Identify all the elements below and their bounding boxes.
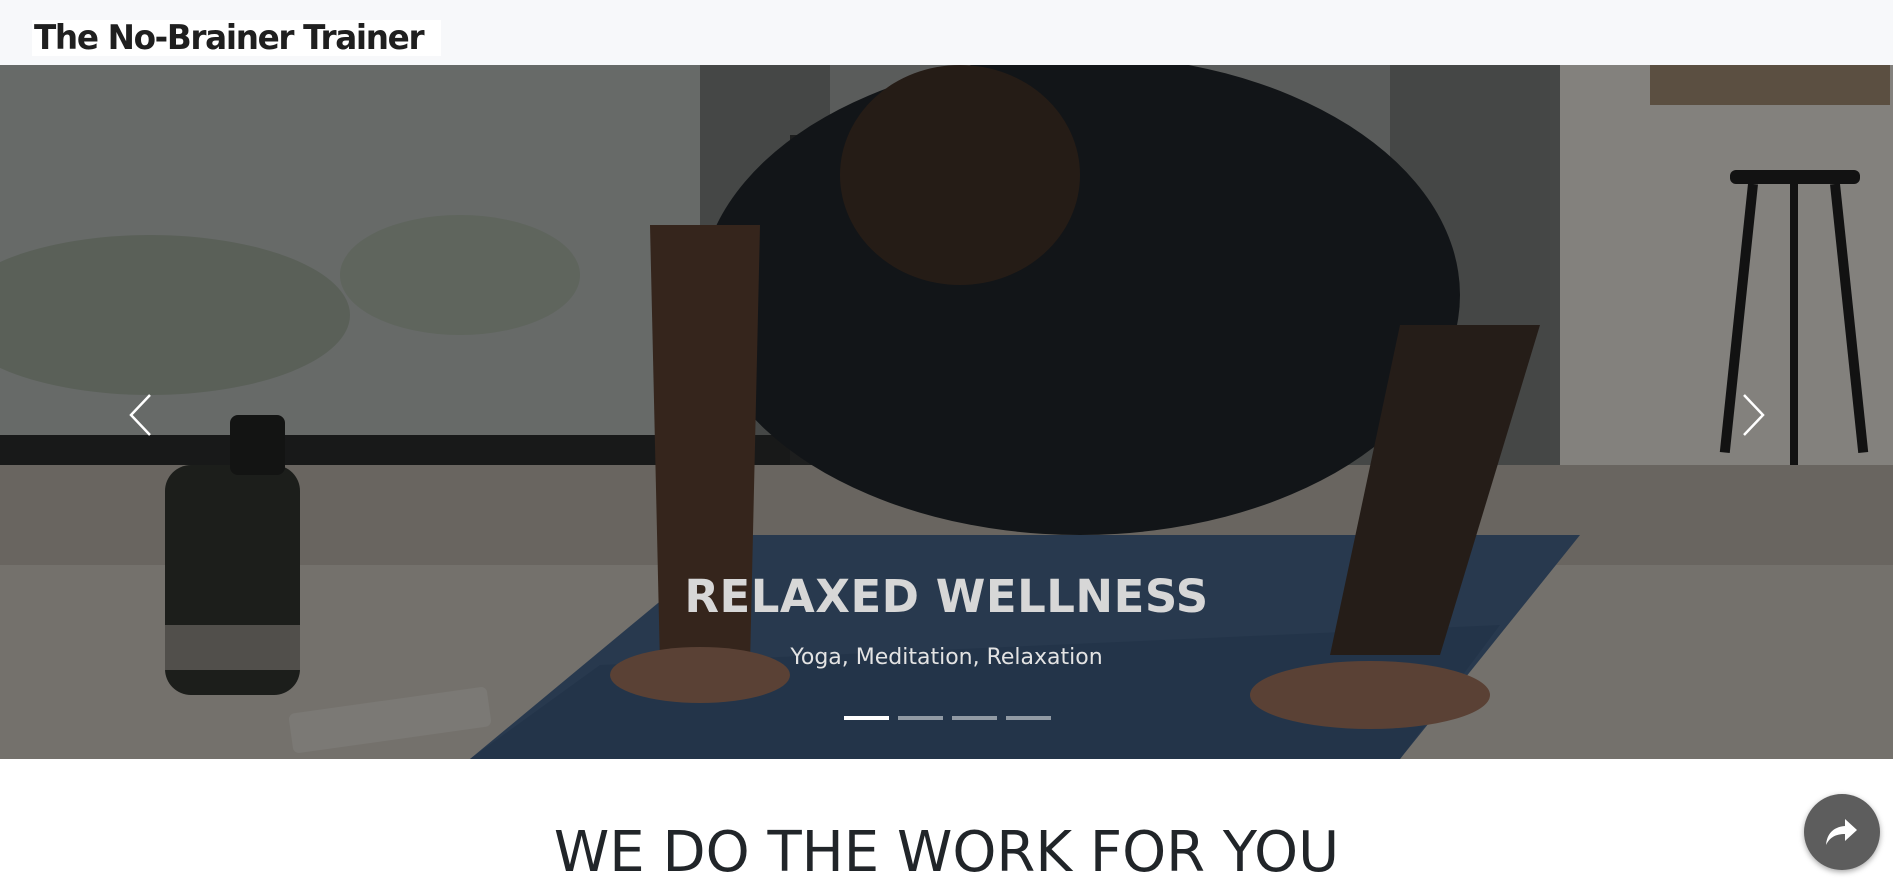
carousel-next-button[interactable] (1723, 385, 1783, 445)
chevron-left-icon (129, 394, 151, 436)
hero-carousel: RELAXED WELLNESS Yoga, Meditation, Relax… (0, 65, 1893, 759)
carousel-indicator-3[interactable] (952, 716, 997, 720)
section-heading: WE DO THE WORK FOR YOU (553, 820, 1340, 885)
carousel-indicators (844, 716, 1051, 720)
chevron-right-icon (1743, 394, 1765, 436)
carousel-prev-button[interactable] (111, 385, 171, 445)
carousel-caption-title: RELAXED WELLNESS (684, 570, 1209, 623)
carousel-indicator-2[interactable] (898, 716, 943, 720)
navbar: The No-Brainer Trainer (0, 0, 1893, 65)
share-button[interactable] (1804, 794, 1880, 870)
carousel-indicator-4[interactable] (1006, 716, 1051, 720)
share-arrow-icon (1826, 819, 1857, 845)
brand-logo[interactable]: The No-Brainer Trainer (32, 18, 442, 58)
carousel-caption-subtitle: Yoga, Meditation, Relaxation (790, 645, 1103, 670)
carousel-indicator-1[interactable] (844, 716, 889, 720)
brand-text: The No-Brainer Trainer (34, 18, 425, 58)
